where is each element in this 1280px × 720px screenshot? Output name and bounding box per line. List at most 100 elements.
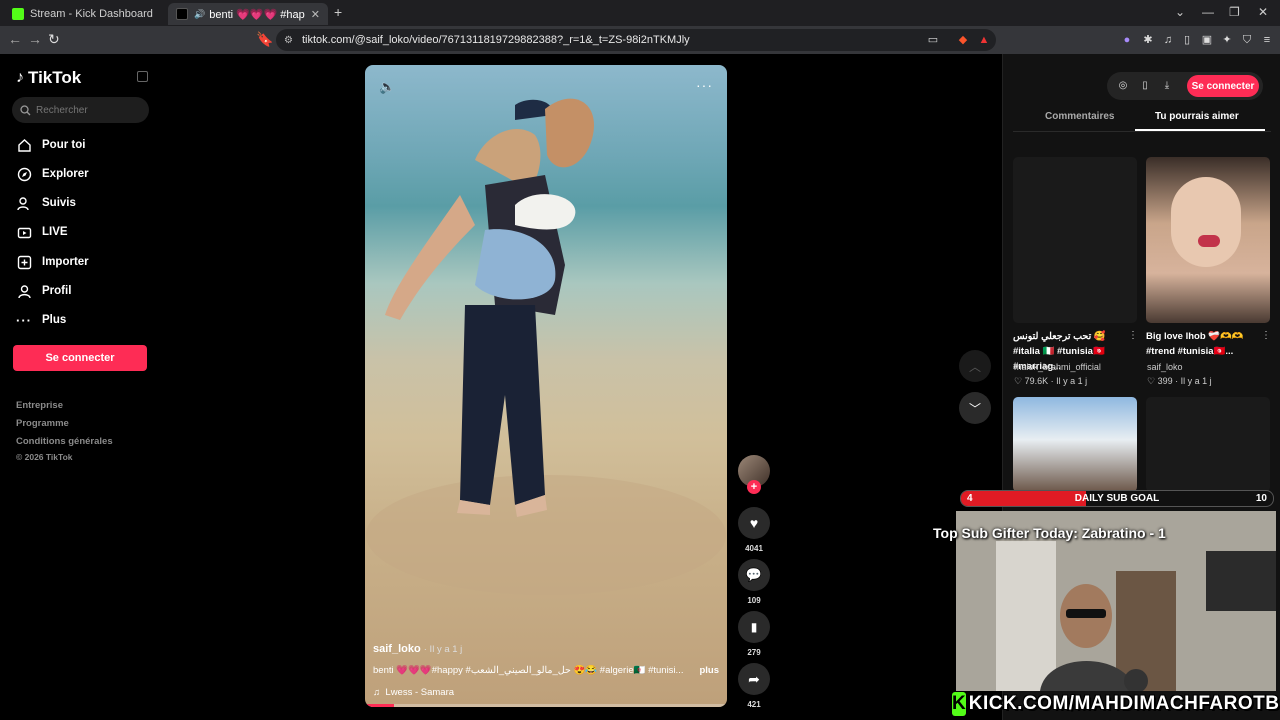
suggested-video-thumbnail[interactable] bbox=[1013, 157, 1137, 323]
nav-importer[interactable]: Importer bbox=[16, 252, 89, 272]
nav-plus[interactable]: ··· Plus bbox=[16, 310, 66, 330]
nav-label: Pour toi bbox=[42, 139, 86, 151]
browser-tab-bar: Stream - Kick Dashboard 🔊 benti 💗💗💗 #hap… bbox=[0, 0, 1280, 26]
footer-link-programme[interactable]: Programme bbox=[16, 418, 69, 429]
close-window-icon[interactable]: ✕ bbox=[1258, 5, 1268, 19]
next-video-button[interactable]: ﹀ bbox=[959, 392, 991, 424]
footer-link-conditions[interactable]: Conditions générales bbox=[16, 436, 113, 447]
follow-plus-icon[interactable]: + bbox=[747, 480, 761, 494]
nav-label: Profil bbox=[42, 285, 72, 297]
coin-icon[interactable]: ◎ bbox=[1117, 80, 1129, 91]
comment-count: 109 bbox=[747, 596, 761, 605]
nav-suivis[interactable]: Suivis bbox=[16, 193, 76, 213]
age-value: · Il y a 1 j bbox=[1175, 376, 1212, 386]
cast-icon[interactable]: ▭ bbox=[926, 33, 940, 47]
brave-shield-icon[interactable]: ◆ bbox=[956, 33, 970, 47]
minimize-icon[interactable]: — bbox=[1202, 5, 1214, 19]
music-icon[interactable]: ♫ bbox=[1161, 33, 1175, 47]
close-tab-icon[interactable]: ✕ bbox=[311, 8, 320, 21]
like-button[interactable]: ♥ 4041 bbox=[738, 507, 770, 553]
footer-link-entreprise[interactable]: Entreprise bbox=[16, 400, 63, 411]
new-tab-icon[interactable]: + bbox=[334, 4, 342, 20]
more-options-icon[interactable]: ··· bbox=[696, 77, 713, 93]
chevron-down-icon: ﹀ bbox=[968, 401, 981, 416]
previous-video-button[interactable]: ︿ bbox=[959, 350, 991, 382]
tab-kick-dashboard[interactable]: Stream - Kick Dashboard bbox=[4, 3, 164, 25]
brand-name: TikTok bbox=[28, 68, 82, 87]
suggested-video-caption[interactable]: Big love lhob ❤️‍🩹🫶🫶 #trend #tunisia🇹🇳..… bbox=[1146, 329, 1264, 359]
login-button[interactable]: Se connecter bbox=[13, 345, 147, 371]
address-bar[interactable]: ⚙ tiktok.com/@saif_loko/video/7671311819… bbox=[276, 29, 996, 51]
caption-more-link[interactable]: plus bbox=[695, 665, 719, 676]
card-menu-icon[interactable]: ⋮ bbox=[1128, 330, 1138, 341]
maximize-icon[interactable]: ❐ bbox=[1229, 5, 1240, 19]
url-text: tiktok.com/@saif_loko/video/767131181972… bbox=[302, 34, 690, 46]
tab-commentaires[interactable]: Commentaires bbox=[1045, 111, 1114, 122]
share-button[interactable]: ➦ 421 bbox=[738, 663, 770, 709]
puzzle-icon[interactable]: ✱ bbox=[1141, 33, 1155, 47]
likes-value: ♡ 79.6K bbox=[1014, 376, 1049, 386]
thumbnail-lips-illustration bbox=[1198, 235, 1220, 247]
live-icon bbox=[16, 224, 32, 240]
video-player[interactable]: 🔈 ··· saif_loko · Il y a 1 j benti 💗💗💗#h… bbox=[365, 65, 727, 707]
reload-icon[interactable]: ↻ bbox=[48, 31, 60, 48]
like-count: 4041 bbox=[745, 544, 763, 553]
suggested-video-user[interactable]: malek_brahmi_official bbox=[1014, 362, 1101, 372]
volume-icon[interactable]: 🔈 bbox=[379, 79, 395, 95]
vpn-icon[interactable]: ⛉ bbox=[1240, 33, 1254, 47]
sub-goal-max: 10 bbox=[1255, 493, 1267, 504]
video-age: · Il y a 1 j bbox=[423, 644, 463, 655]
menu-icon[interactable]: ≡ bbox=[1260, 33, 1274, 47]
nav-explorer[interactable]: Explorer bbox=[16, 164, 89, 184]
nav-label: LIVE bbox=[42, 226, 68, 238]
tab-tiktok[interactable]: 🔊 benti 💗💗💗 #happy #حل... ✕ bbox=[168, 3, 328, 25]
nav-label: Explorer bbox=[42, 168, 89, 180]
video-progress-bar[interactable] bbox=[365, 704, 727, 707]
suggested-video-likes: ♡ 399 · Il y a 1 j bbox=[1147, 376, 1212, 387]
bookmark-icon[interactable]: 🔖 bbox=[256, 31, 273, 48]
share-count: 421 bbox=[747, 700, 761, 709]
tab-search-icon[interactable]: ⌄ bbox=[1175, 5, 1185, 19]
suggested-video-thumbnail[interactable] bbox=[1146, 157, 1270, 323]
nav-label: Plus bbox=[42, 314, 67, 326]
music-info[interactable]: ♫ Lwess - Samara bbox=[373, 687, 454, 698]
kick-channel-banner: K KICK.COM/MAHDIMACHFAROTB bbox=[952, 690, 1279, 718]
extension-icon[interactable]: ● bbox=[1120, 33, 1134, 47]
tab-tu-pourrais-aimer[interactable]: Tu pourrais aimer bbox=[1155, 111, 1239, 122]
nav-pour-toi[interactable]: Pour toi bbox=[16, 135, 85, 155]
suggested-video-user[interactable]: saif_loko bbox=[1147, 362, 1183, 372]
video-frame-illustration bbox=[366, 98, 726, 595]
nav-label: Importer bbox=[42, 256, 89, 268]
save-button[interactable]: ▮ 279 bbox=[738, 611, 770, 657]
upload-icon bbox=[16, 254, 32, 270]
collapse-sidebar-icon[interactable] bbox=[137, 71, 148, 82]
nav-live[interactable]: LIVE bbox=[16, 222, 68, 242]
nav-label: Suivis bbox=[42, 197, 76, 209]
nav-profil[interactable]: Profil bbox=[16, 281, 71, 301]
video-author[interactable]: saif_loko · Il y a 1 j bbox=[373, 643, 462, 655]
search-box[interactable] bbox=[12, 97, 149, 123]
suggested-video-thumbnail[interactable] bbox=[1013, 397, 1137, 492]
comment-button[interactable]: 💬 109 bbox=[738, 559, 770, 605]
share-icon: ➦ bbox=[748, 670, 760, 687]
search-input[interactable] bbox=[36, 104, 136, 116]
back-icon[interactable]: ← bbox=[8, 31, 22, 47]
likes-value: ♡ 399 bbox=[1147, 376, 1173, 386]
more-icon: ··· bbox=[16, 312, 32, 328]
wallet-icon[interactable]: ▣ bbox=[1200, 33, 1214, 47]
tiktok-logo[interactable]: ♪ TikTok bbox=[16, 68, 81, 88]
ai-icon[interactable]: ✦ bbox=[1220, 33, 1234, 47]
forward-icon[interactable]: → bbox=[28, 31, 42, 47]
suggested-video-thumbnail[interactable] bbox=[1146, 397, 1270, 492]
login-button-top[interactable]: Se connecter bbox=[1187, 75, 1259, 97]
compass-icon bbox=[16, 166, 32, 182]
suggested-video-likes: ♡ 79.6K · Il y a 1 j bbox=[1014, 376, 1087, 387]
music-note-icon: ♫ bbox=[373, 687, 381, 698]
card-menu-icon[interactable]: ⋮ bbox=[1261, 330, 1271, 341]
tab-divider bbox=[1013, 131, 1271, 132]
sidebar-icon[interactable]: ▯ bbox=[1180, 33, 1194, 47]
phone-icon[interactable]: ▯ bbox=[1139, 80, 1151, 91]
rewards-icon[interactable]: ▲ bbox=[977, 33, 991, 47]
download-icon[interactable]: ⤓ bbox=[1161, 80, 1173, 91]
profile-icon bbox=[16, 283, 32, 299]
